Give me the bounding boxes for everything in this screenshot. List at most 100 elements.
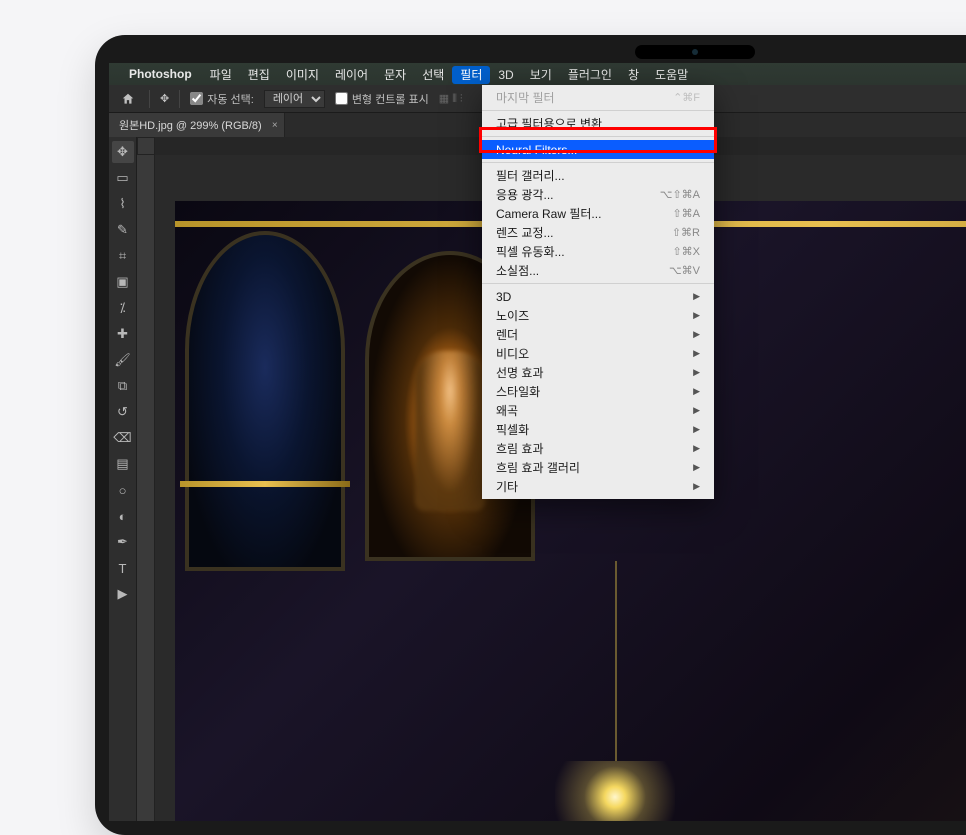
ruler-vertical[interactable]	[137, 155, 155, 821]
menu-item-label: Camera Raw 필터...	[496, 205, 601, 222]
menu-item[interactable]: 노이즈▶	[482, 306, 714, 325]
menu-레이어[interactable]: 레이어	[327, 66, 376, 84]
eraser-tool[interactable]: ⌫	[112, 427, 134, 449]
transform-controls-label: 변형 컨트롤 표시	[352, 91, 429, 107]
menu-선택[interactable]: 선택	[414, 66, 452, 84]
separator	[149, 90, 150, 108]
menu-separator	[482, 162, 714, 163]
menu-item[interactable]: 선명 효과 ▶	[482, 363, 714, 382]
submenu-arrow-icon: ▶	[693, 481, 700, 492]
move-tool-icon[interactable]: ✥	[160, 92, 169, 105]
menu-편집[interactable]: 편집	[240, 66, 278, 84]
menu-item-shortcut: ⇧⌘A	[672, 207, 700, 220]
menu-item-label: 고급 필터용으로 변환	[496, 115, 602, 132]
pen-tool[interactable]: ✒	[112, 531, 134, 553]
menu-플러그인[interactable]: 플러그인	[560, 66, 620, 84]
transform-controls-checkbox[interactable]: 변형 컨트롤 표시	[335, 91, 429, 107]
menu-item[interactable]: 기타 ▶	[482, 477, 714, 496]
submenu-arrow-icon: ▶	[693, 367, 700, 378]
menu-item-shortcut: ⇧⌘R	[672, 226, 700, 239]
menu-item[interactable]: 렌더▶	[482, 325, 714, 344]
menu-item-label: 소실점...	[496, 262, 539, 279]
document-tab[interactable]: 원본HD.jpg @ 299% (RGB/8) ×	[109, 113, 285, 137]
menu-item[interactable]: 3D ▶	[482, 287, 714, 306]
auto-select-label: 자동 선택:	[207, 91, 254, 107]
type-tool[interactable]: T	[112, 557, 134, 579]
menu-이미지[interactable]: 이미지	[278, 66, 327, 84]
menu-item[interactable]: Neural Filters...	[482, 140, 714, 159]
filter-menu-dropdown: 마지막 필터 ⌃⌘F 고급 필터용으로 변환 Neural Filters... 필터 …	[482, 85, 714, 499]
menu-item-label: 왜곡	[496, 402, 518, 419]
app-name[interactable]: Photoshop	[129, 67, 192, 81]
menu-item[interactable]: 렌즈 교정... ⇧⌘R	[482, 223, 714, 242]
submenu-arrow-icon: ▶	[693, 348, 700, 359]
crop-tool[interactable]: ⌗	[112, 245, 134, 267]
close-icon[interactable]: ×	[272, 120, 278, 131]
submenu-arrow-icon: ▶	[693, 386, 700, 397]
menu-item[interactable]: 필터 갤러리...	[482, 166, 714, 185]
menu-item-label: 렌즈 교정...	[496, 224, 554, 241]
gradient-tool[interactable]: ▤	[112, 453, 134, 475]
menu-item[interactable]: 픽셀화 ▶	[482, 420, 714, 439]
menu-파일[interactable]: 파일	[202, 66, 240, 84]
menu-item-label: 픽셀화	[496, 421, 529, 438]
auto-select-checkbox[interactable]: 자동 선택:	[190, 91, 254, 107]
menu-item[interactable]: 비디오▶	[482, 344, 714, 363]
menu-item-label: 마지막 필터	[496, 89, 555, 106]
menu-item[interactable]: 고급 필터용으로 변환	[482, 114, 714, 133]
history-brush-tool[interactable]: ↺	[112, 401, 134, 423]
screen: Photoshop 파일편집이미지레이어문자선택필터3D보기플러그인창도움말 ⌘…	[109, 63, 966, 821]
menu-필터[interactable]: 필터	[452, 66, 490, 84]
marquee-tool[interactable]: ▭	[112, 167, 134, 189]
lasso-tool[interactable]: ⌇	[112, 193, 134, 215]
menu-separator	[482, 110, 714, 111]
align-icons-disabled: ▦ ⫴ ⫶	[439, 92, 463, 106]
menu-item-label: 노이즈	[496, 307, 529, 324]
menu-문자[interactable]: 문자	[376, 66, 414, 84]
menu-도움말[interactable]: 도움말	[647, 66, 696, 84]
dodge-tool[interactable]: ◐	[112, 505, 134, 527]
menu-item[interactable]: 왜곡▶	[482, 401, 714, 420]
menu-item-label: 응용 광각...	[496, 186, 554, 203]
stamp-tool[interactable]: ⧉	[112, 375, 134, 397]
document-tab-title: 원본HD.jpg @ 299% (RGB/8)	[119, 117, 262, 133]
heal-tool[interactable]: ✚	[112, 323, 134, 345]
menu-item-label: Neural Filters...	[496, 143, 577, 157]
frame-tool[interactable]: ▣	[112, 271, 134, 293]
menu-item-shortcut: ⌥⇧⌘A	[660, 188, 700, 201]
eyedropper-tool[interactable]: ⁒	[112, 297, 134, 319]
move-tool[interactable]: ✥	[112, 141, 134, 163]
menu-item[interactable]: 소실점...⌥⌘V	[482, 261, 714, 280]
menu-item[interactable]: Camera Raw 필터... ⇧⌘A	[482, 204, 714, 223]
menu-item-label: 3D	[496, 290, 511, 304]
menu-item-shortcut: ⇧⌘X	[672, 245, 700, 258]
menu-item[interactable]: 응용 광각... ⌥⇧⌘A	[482, 185, 714, 204]
submenu-arrow-icon: ▶	[693, 424, 700, 435]
menu-item-label: 렌더	[496, 326, 518, 343]
path-select-tool[interactable]: ▶	[112, 583, 134, 605]
menu-보기[interactable]: 보기	[522, 66, 560, 84]
menu-item-label: 선명 효과	[496, 364, 544, 381]
menu-item-label: 기타	[496, 478, 518, 495]
brush-tool[interactable]: 🖌	[112, 349, 134, 371]
quick-select-tool[interactable]: ✎	[112, 219, 134, 241]
submenu-arrow-icon: ▶	[693, 291, 700, 302]
submenu-arrow-icon: ▶	[693, 443, 700, 454]
laptop-frame: Photoshop 파일편집이미지레이어문자선택필터3D보기플러그인창도움말 ⌘…	[95, 35, 966, 835]
menu-item[interactable]: 흐림 효과 갤러리▶	[482, 458, 714, 477]
menu-item[interactable]: 흐림 효과▶	[482, 439, 714, 458]
home-button[interactable]	[117, 88, 139, 110]
menu-창[interactable]: 창	[620, 66, 647, 84]
menu-item[interactable]: 스타일화▶	[482, 382, 714, 401]
menubar: Photoshop 파일편집이미지레이어문자선택필터3D보기플러그인창도움말 ⌘…	[109, 63, 966, 85]
menu-item-label: 픽셀 유동화...	[496, 243, 565, 260]
menu-item-label: 흐림 효과 갤러리	[496, 459, 580, 476]
blur-tool[interactable]: ○	[112, 479, 134, 501]
menu-3D[interactable]: 3D	[490, 66, 521, 84]
auto-select-dropdown[interactable]: 레이어	[264, 90, 325, 108]
separator	[179, 90, 180, 108]
menu-item[interactable]: 픽셀 유동화... ⇧⌘X	[482, 242, 714, 261]
menu-item-label: 필터 갤러리...	[496, 167, 565, 184]
menu-item-shortcut: ⌃⌘F	[673, 91, 700, 104]
laptop-notch	[635, 45, 755, 59]
